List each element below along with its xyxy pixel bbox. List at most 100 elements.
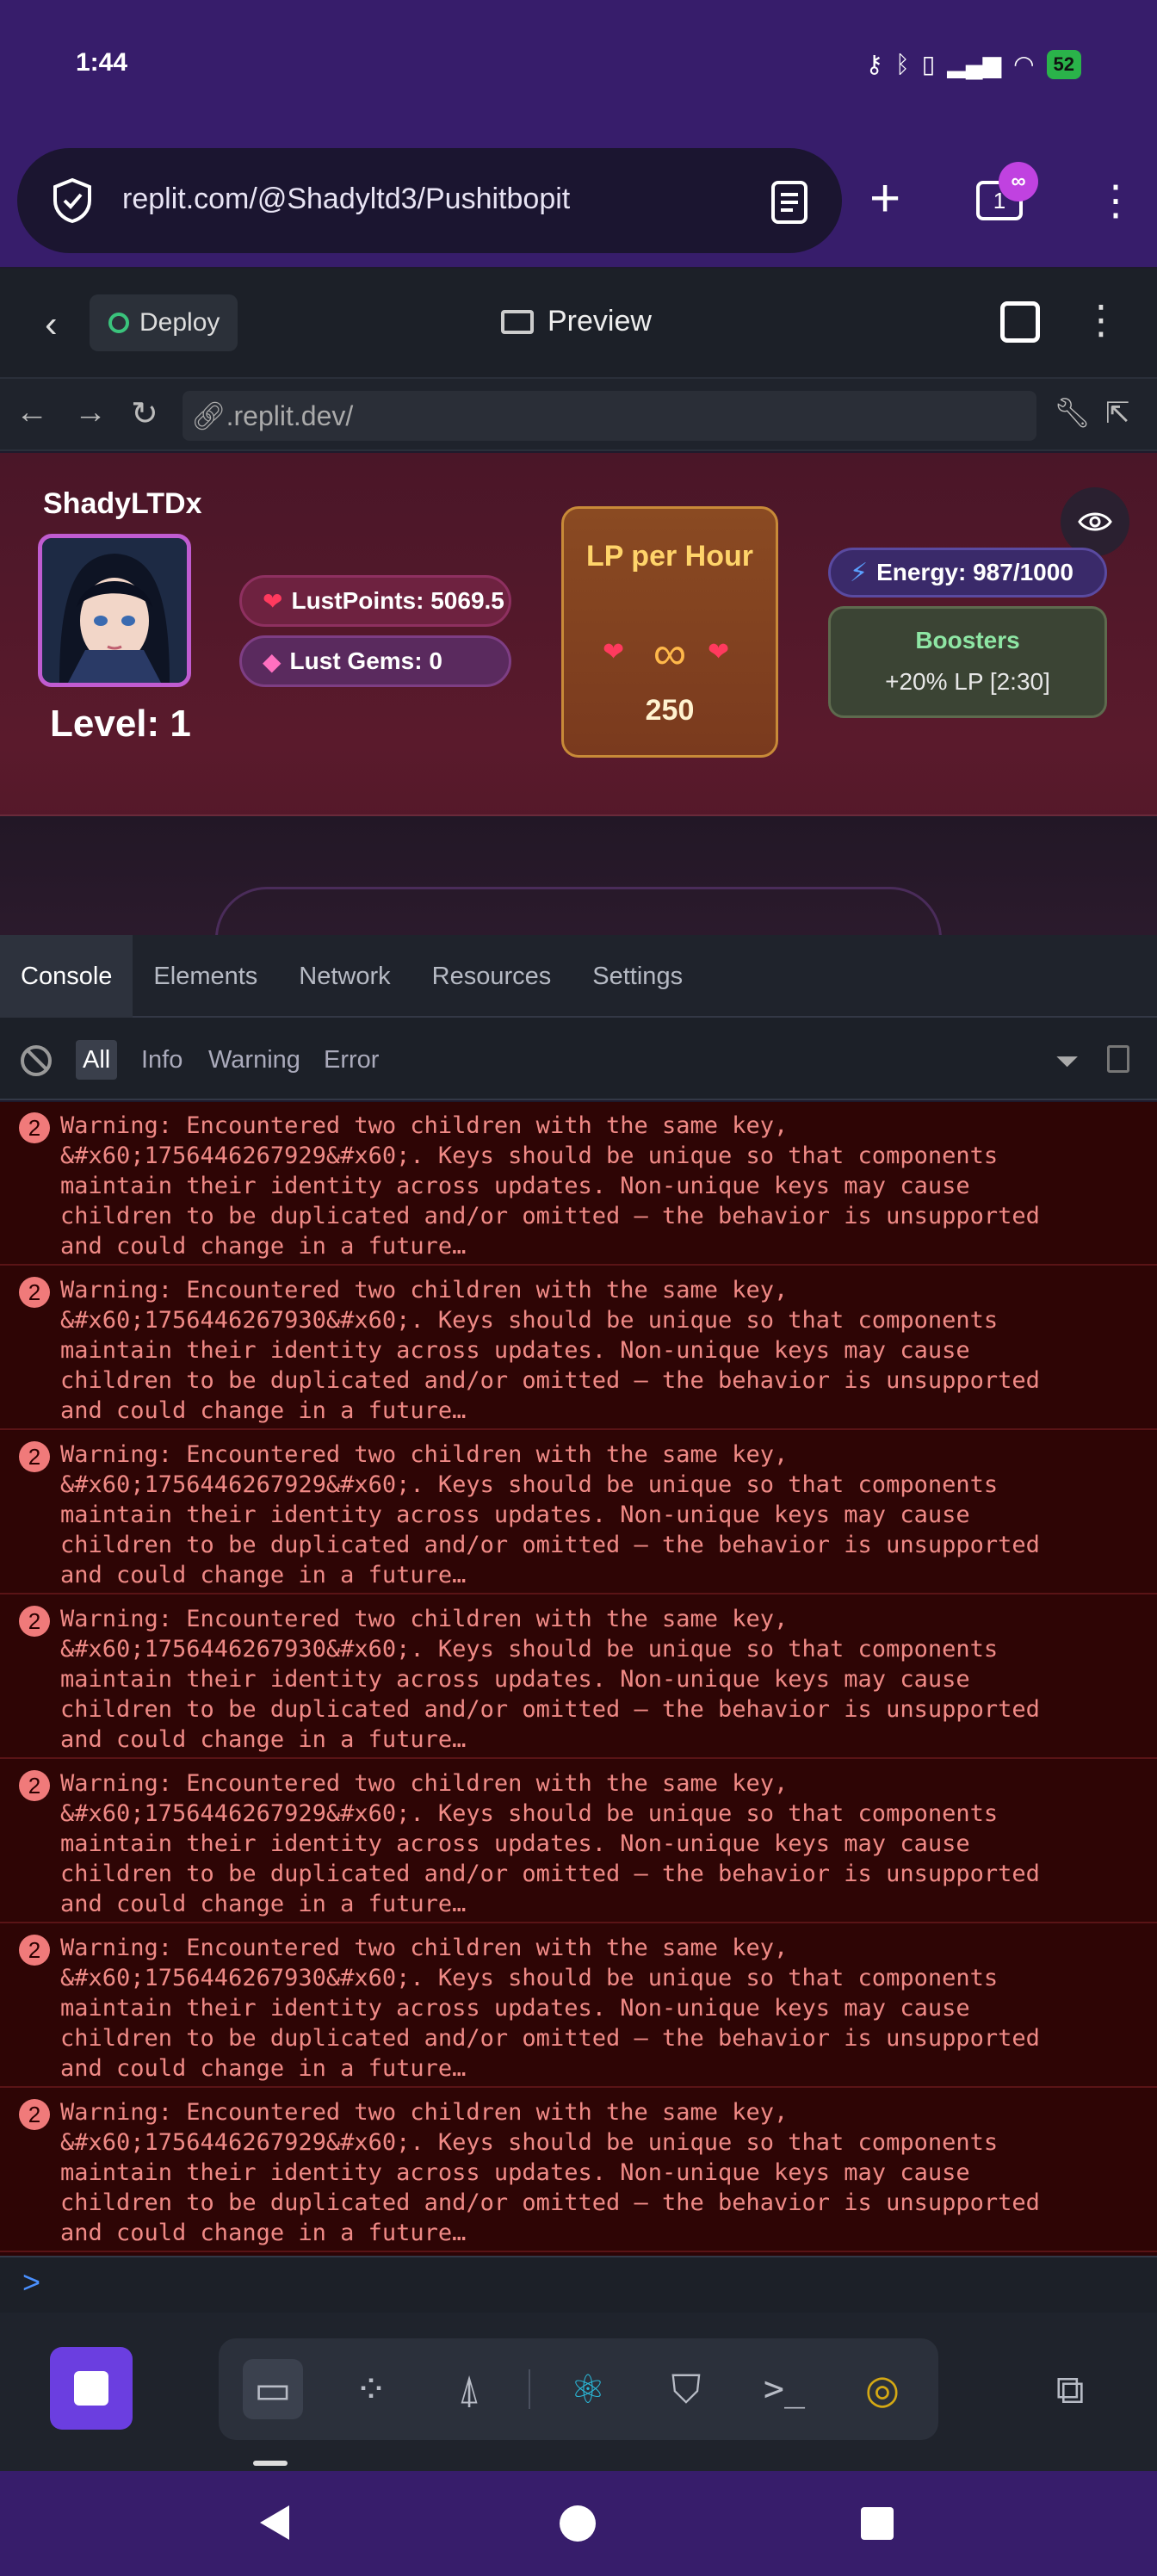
bluetooth-icon: ᛒ: [894, 51, 910, 77]
lust-gems-pill: ◆ Lust Gems: 0: [239, 635, 511, 687]
boosters-title: Boosters: [915, 627, 1020, 653]
toolbar-divider: [529, 2369, 530, 2409]
copy-icon[interactable]: [1107, 1045, 1129, 1073]
vibrate-icon: ▯: [921, 51, 936, 77]
log-count-badge: 2: [19, 1935, 50, 1966]
avatar-image: [42, 538, 187, 683]
active-tool-indicator: [253, 2461, 288, 2466]
heart-icon: ❤: [708, 638, 730, 666]
console-log-row[interactable]: 2 Warning: Encountered two children with…: [0, 1924, 1157, 2088]
shell-icon[interactable]: >_: [754, 2359, 814, 2419]
status-time: 1:44: [76, 48, 128, 77]
lust-gems-value: Lust Gems: 0: [289, 647, 442, 674]
log-message: Warning: Encountered two children with t…: [60, 1935, 1040, 2082]
log-count-badge: 2: [19, 1606, 50, 1637]
system-back-icon[interactable]: [260, 2505, 289, 2540]
log-count-badge: 2: [19, 1277, 50, 1308]
wrench-icon[interactable]: 🔧︎: [1054, 396, 1091, 430]
deploy-tool-icon[interactable]: ⍋: [439, 2359, 499, 2419]
log-message: Warning: Encountered two children with t…: [60, 1441, 1040, 1588]
stop-icon: [74, 2371, 108, 2406]
tab-network[interactable]: Network: [278, 935, 411, 1018]
console-log-list: 2 Warning: Encountered two children with…: [0, 1102, 1157, 2256]
more-menu-icon[interactable]: ⋮: [1081, 296, 1121, 343]
preview-tool-icon[interactable]: ▭: [243, 2359, 303, 2419]
tab-console[interactable]: Console: [0, 935, 133, 1018]
arrow-left-icon[interactable]: ←: [15, 394, 48, 431]
avatar[interactable]: [38, 534, 191, 687]
new-tab-button[interactable]: +: [869, 172, 923, 226]
console-log-row[interactable]: 2 Warning: Encountered two children with…: [0, 1595, 1157, 1759]
lp-per-hour-value: 250: [645, 694, 695, 727]
log-count-badge: 2: [19, 1112, 50, 1143]
lp-per-hour-title: LP per Hour: [586, 540, 753, 573]
system-home-icon[interactable]: [560, 2505, 596, 2542]
infinity-icon: ∞: [653, 628, 687, 679]
url-text[interactable]: replit.com/@Shadyltd3/Pushitbopit: [122, 183, 570, 216]
arrow-right-icon[interactable]: →: [74, 394, 107, 431]
lust-points-value: LustPoints: 5069.5: [291, 587, 504, 614]
console-prompt-icon: >: [22, 2264, 41, 2300]
console-log-row[interactable]: 2 Warning: Encountered two children with…: [0, 2089, 1157, 2252]
log-count-badge: 2: [19, 1441, 50, 1472]
battery-icon: 52: [1046, 50, 1081, 79]
filter-info[interactable]: Info: [138, 1040, 186, 1080]
heart-icon: ❤: [263, 587, 283, 615]
log-message: Warning: Encountered two children with t…: [60, 2099, 1040, 2246]
console-log-row[interactable]: 2 Warning: Encountered two children with…: [0, 1431, 1157, 1595]
preview-title: Preview: [501, 305, 652, 338]
devtools-tabs: Console Elements Network Resources Setti…: [0, 935, 1157, 1018]
incognito-badge: ∞: [999, 162, 1038, 201]
console-log-row[interactable]: 2 Warning: Encountered two children with…: [0, 1266, 1157, 1430]
panels-icon[interactable]: [1000, 301, 1040, 343]
wifi-icon: ◠: [1013, 51, 1035, 77]
log-message: Warning: Encountered two children with t…: [60, 1606, 1040, 1753]
log-message: Warning: Encountered two children with t…: [60, 1277, 1040, 1424]
security-icon[interactable]: ⛉: [656, 2359, 716, 2419]
console-input[interactable]: [0, 2256, 1157, 2313]
apps-tool-icon[interactable]: ⁘: [341, 2359, 401, 2419]
tab-resources[interactable]: Resources: [411, 935, 572, 1018]
webview-address[interactable]: 🔗︎.replit.dev/: [191, 399, 353, 432]
signal-icon: ▂▄▆: [947, 51, 1002, 77]
filter-funnel-icon[interactable]: ⏷: [1055, 1045, 1079, 1079]
back-chevron-icon[interactable]: ‹: [45, 303, 58, 346]
browser-menu-icon[interactable]: ⋮: [1095, 176, 1136, 227]
key-icon: ⚷: [865, 51, 883, 77]
console-log-row[interactable]: 2 Warning: Encountered two children with…: [0, 1760, 1157, 1923]
filter-error[interactable]: Error: [320, 1040, 382, 1080]
filter-all[interactable]: All: [76, 1040, 118, 1080]
log-message: Warning: Encountered two children with t…: [60, 1770, 1040, 1917]
reload-icon[interactable]: ↻: [131, 394, 158, 433]
log-count-badge: 2: [19, 1770, 50, 1801]
energy-pill: ⚡︎ Energy: 987/1000: [828, 548, 1107, 598]
lust-points-pill: ❤ LustPoints: 5069.5: [239, 575, 511, 627]
filter-warning[interactable]: Warning: [205, 1040, 304, 1080]
reader-mode-icon[interactable]: [768, 179, 811, 226]
monitor-icon: [501, 309, 534, 334]
player-level: Level: 1: [50, 703, 191, 745]
panel-toggle-icon[interactable]: ⧉: [1040, 2359, 1100, 2419]
ai-icon[interactable]: ◎: [852, 2359, 913, 2419]
link-icon: 🔗︎: [191, 400, 226, 431]
player-name: ShadyLTDx: [43, 487, 202, 520]
log-message: Warning: Encountered two children with t…: [60, 1112, 1040, 1260]
tab-elements[interactable]: Elements: [133, 935, 278, 1018]
boosters-card[interactable]: [828, 606, 1107, 718]
preview-label: Preview: [548, 305, 652, 337]
boosters-detail: +20% LP [2:30]: [885, 668, 1050, 695]
open-external-icon[interactable]: ⇱: [1105, 396, 1130, 430]
shield-icon[interactable]: [50, 176, 95, 225]
deploy-label: Deploy: [139, 308, 220, 337]
deploy-button[interactable]: Deploy: [90, 294, 238, 351]
log-count-badge: 2: [19, 2099, 50, 2130]
lightning-icon: ⚡︎: [850, 558, 869, 587]
system-recents-icon[interactable]: [861, 2507, 894, 2540]
gem-icon: ◆: [263, 647, 282, 675]
status-icons: ⚷ ᛒ ▯ ▂▄▆ ◠ 52: [865, 50, 1081, 79]
energy-value: Energy: 987/1000: [876, 559, 1073, 585]
console-log-row[interactable]: 2 Warning: Encountered two children with…: [0, 1102, 1157, 1266]
tab-settings[interactable]: Settings: [572, 935, 703, 1018]
eye-icon[interactable]: [1061, 487, 1129, 556]
react-icon[interactable]: ⚛: [558, 2359, 618, 2419]
